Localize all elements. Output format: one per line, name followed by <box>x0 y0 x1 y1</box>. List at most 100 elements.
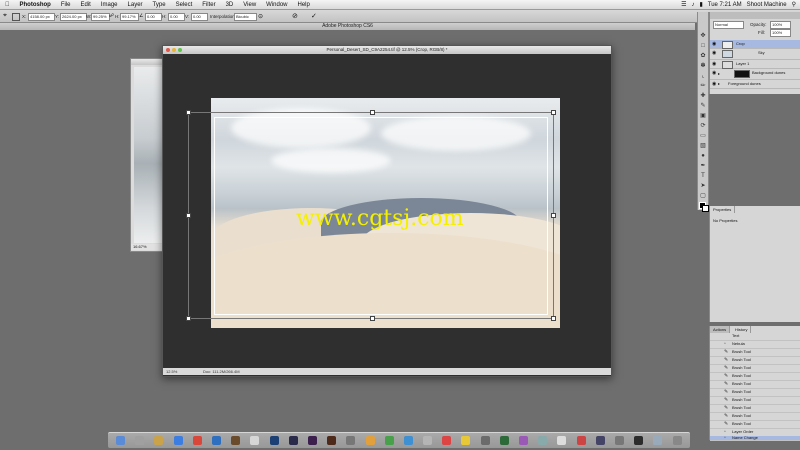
app-icon[interactable] <box>557 436 567 445</box>
eye-icon[interactable]: ◉ <box>712 60 716 68</box>
crop-handle[interactable] <box>186 110 191 115</box>
app-icon[interactable] <box>576 436 586 445</box>
brush-tool-icon[interactable]: ✎ <box>699 102 707 110</box>
app-icon[interactable] <box>614 436 624 445</box>
premiere-icon[interactable] <box>307 436 317 445</box>
close-icon[interactable] <box>166 48 170 52</box>
eye-icon[interactable]: ◉ <box>712 69 716 77</box>
app-icon[interactable] <box>595 436 605 445</box>
warp-icon[interactable]: ⊝ <box>258 13 263 20</box>
y-field[interactable]: 2624.00 px <box>60 13 87 21</box>
volume-icon[interactable]: ♪ <box>691 2 694 8</box>
type-tool-icon[interactable]: T <box>699 172 707 180</box>
chrome-icon[interactable] <box>192 436 202 445</box>
app-icon[interactable] <box>442 436 452 445</box>
contacts-icon[interactable] <box>231 436 241 445</box>
app-icon[interactable] <box>461 436 471 445</box>
tab-properties[interactable]: Properties <box>710 206 736 213</box>
zoom-level[interactable]: 12.5% <box>166 368 177 375</box>
doc-size[interactable]: Doc: 111.2M/266.4M <box>203 368 240 375</box>
cancel-transform-icon[interactable]: ⊘ <box>292 12 298 20</box>
layer-row[interactable]: ◉ Crop <box>710 40 800 49</box>
battery-icon[interactable]: ▮ <box>699 1 702 8</box>
layer-row[interactable]: ◉ Layer 1 <box>710 60 800 69</box>
menu-image[interactable]: Image <box>96 2 123 8</box>
vskew-field[interactable]: 0.00 <box>191 13 208 21</box>
document-titlebar[interactable]: Personal_Desert_SD_C9A2254.tif @ 12.5% (… <box>163 46 611 54</box>
downloads-folder-icon[interactable] <box>653 436 663 445</box>
history-row[interactable]: ▫ Name Change <box>710 436 800 441</box>
lasso-tool-icon[interactable]: ✿ <box>699 52 707 60</box>
menu-filter[interactable]: Filter <box>197 2 220 8</box>
app-icon[interactable] <box>384 436 394 445</box>
background-color-swatch[interactable] <box>702 205 709 212</box>
fill-field[interactable]: 100% <box>770 29 791 37</box>
pen-tool-icon[interactable]: ✒ <box>699 162 707 170</box>
eye-icon[interactable]: ◉ <box>712 80 716 88</box>
app-icon[interactable] <box>365 436 375 445</box>
finder-icon[interactable] <box>116 436 126 445</box>
menu-help[interactable]: Help <box>293 2 315 8</box>
reference-point-icon[interactable] <box>12 13 20 21</box>
wifi-icon[interactable]: ☰ <box>681 1 686 8</box>
bridge-icon[interactable] <box>288 436 298 445</box>
apple-icon[interactable]:  <box>0 2 15 8</box>
healing-brush-icon[interactable]: ✚ <box>699 92 707 100</box>
dodge-tool-icon[interactable]: ● <box>699 152 707 160</box>
app-icon[interactable] <box>423 436 433 445</box>
launchpad-icon[interactable] <box>154 436 164 445</box>
menu-select[interactable]: Select <box>171 2 198 8</box>
app-icon[interactable] <box>499 436 509 445</box>
crop-handle[interactable] <box>186 316 191 321</box>
interpolation-select[interactable]: Bicubic <box>234 13 257 21</box>
link-icon[interactable]: ☍ <box>109 13 114 19</box>
opacity-field[interactable]: 100% <box>770 21 791 29</box>
crop-handle[interactable] <box>551 213 556 218</box>
menu-view[interactable]: View <box>238 2 261 8</box>
menu-3d[interactable]: 3D <box>221 2 239 8</box>
clock[interactable]: Tue 7:21 AM <box>708 2 742 8</box>
dashboard-icon[interactable] <box>135 436 145 445</box>
commit-transform-icon[interactable]: ✓ <box>311 12 317 20</box>
eye-icon[interactable]: ◉ <box>712 40 716 48</box>
menu-app-name[interactable]: Photoshop <box>15 2 56 8</box>
history-brush-icon[interactable]: ⟳ <box>699 122 707 130</box>
move-tool-icon[interactable]: ✥ <box>699 32 707 40</box>
angle-field[interactable]: 0.00 <box>145 13 162 21</box>
terminal-icon[interactable] <box>634 436 644 445</box>
gradient-tool-icon[interactable]: ▧ <box>699 142 707 150</box>
eraser-tool-icon[interactable]: ▭ <box>699 132 707 140</box>
layer-row[interactable]: ◉ ▸ Foreground dunes <box>710 80 800 89</box>
app-icon[interactable] <box>480 436 490 445</box>
preferences-icon[interactable] <box>346 436 356 445</box>
shape-tool-icon[interactable]: ▢ <box>699 192 707 200</box>
menu-layer[interactable]: Layer <box>123 2 148 8</box>
app-icon[interactable] <box>519 436 529 445</box>
crop-handle[interactable] <box>551 110 556 115</box>
illustrator-icon[interactable] <box>327 436 337 445</box>
angle-icon[interactable]: ∠ <box>139 13 143 19</box>
menu-window[interactable]: Window <box>261 2 292 8</box>
app-icon[interactable] <box>403 436 413 445</box>
mail-icon[interactable] <box>212 436 222 445</box>
calendar-icon[interactable] <box>250 436 260 445</box>
layer-row[interactable]: ◉ Sky <box>710 49 800 60</box>
quick-select-icon[interactable]: ✽ <box>699 62 707 70</box>
spotlight-icon[interactable]: ⚲ <box>792 1 796 8</box>
layer-row[interactable]: ◉ ▸ Background dunes <box>710 69 800 80</box>
crop-tool-icon[interactable]: ⌞ <box>699 72 707 80</box>
height-field[interactable]: 99.17% <box>120 13 139 21</box>
crop-handle[interactable] <box>370 110 375 115</box>
x-field[interactable]: 4158.00 px <box>28 13 55 21</box>
photoshop-icon[interactable] <box>269 436 279 445</box>
app-icon[interactable] <box>538 436 548 445</box>
eye-icon[interactable]: ◉ <box>712 49 716 57</box>
marquee-tool-icon[interactable]: □ <box>699 42 707 50</box>
safari-icon[interactable] <box>173 436 183 445</box>
zoom-icon[interactable] <box>178 48 182 52</box>
minimize-icon[interactable] <box>172 48 176 52</box>
menu-type[interactable]: Type <box>148 2 171 8</box>
user-name[interactable]: Shoot Machine <box>747 2 787 8</box>
stamp-tool-icon[interactable]: ▣ <box>699 112 707 120</box>
menu-file[interactable]: File <box>56 2 76 8</box>
